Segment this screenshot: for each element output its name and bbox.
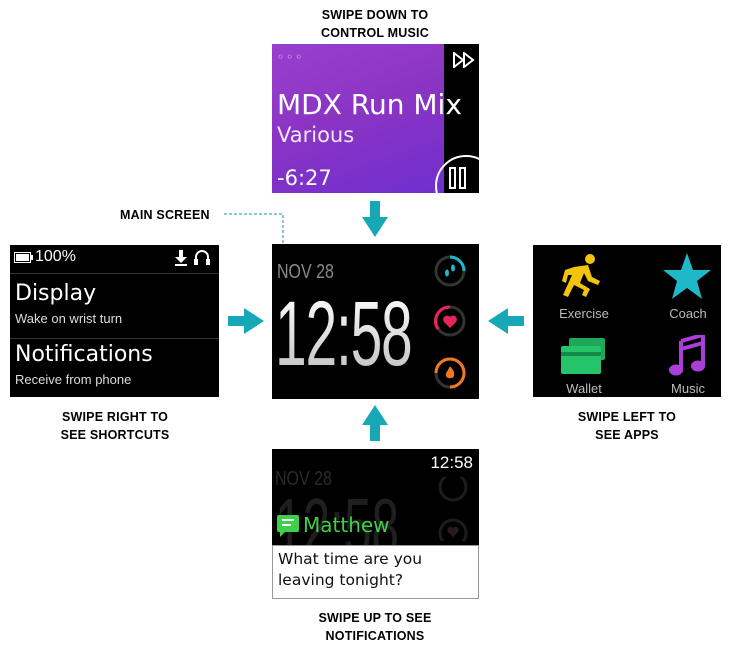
flame-icon[interactable] <box>433 356 467 390</box>
download-icon[interactable] <box>175 250 187 266</box>
fast-forward-icon[interactable] <box>452 52 476 68</box>
shortcut-divider <box>10 273 219 274</box>
main-clock-screen: NOV 28 12:58 <box>272 244 479 399</box>
pause-icon[interactable] <box>432 146 479 193</box>
track-title: MDX Run Mix <box>277 88 462 121</box>
notification-message: What time are you leaving tonight? <box>278 550 423 589</box>
battery-icon <box>14 252 33 263</box>
arrow-left-icon <box>488 308 524 334</box>
shortcut-subtitle: Wake on wrist turn <box>15 311 123 326</box>
apps-screen: Exercise Coach Wallet Music <box>533 245 721 397</box>
battery-level: 100% <box>35 248 76 265</box>
shortcut-title: Notifications <box>15 342 153 367</box>
shortcut-divider <box>10 338 219 339</box>
runner-icon <box>562 254 600 297</box>
clock-date: NOV 28 <box>277 261 334 283</box>
caption-swipe-left: SWIPE LEFT TO SEE APPS <box>577 410 677 442</box>
app-label: Wallet <box>566 381 602 396</box>
music-control-screen: ◦◦◦ MDX Run Mix Various -6:27 <box>272 44 479 193</box>
steps-icon[interactable] <box>433 254 467 288</box>
wallet-icon <box>561 338 605 374</box>
shortcut-title: Display <box>15 281 97 306</box>
arrow-down-icon <box>362 201 388 237</box>
arrow-right-icon <box>228 308 264 334</box>
headphones-icon[interactable] <box>193 248 211 266</box>
caption-main-screen: MAIN SCREEN <box>120 208 210 222</box>
clock-time: 12:58 <box>275 283 413 385</box>
notification-screen: NOV 28 12:58 12:58 Matthew What time are… <box>272 449 479 599</box>
app-label: Music <box>671 381 705 396</box>
message-icon <box>277 515 299 537</box>
notification-time: 12:58 <box>430 453 473 472</box>
ghost-stat-icons <box>438 477 468 541</box>
track-remaining-time: -6:27 <box>277 166 332 190</box>
app-label: Exercise <box>559 306 609 321</box>
track-artist: Various <box>277 123 355 147</box>
arrow-up-icon <box>362 405 388 441</box>
star-icon <box>663 253 711 299</box>
notification-card[interactable]: What time are you leaving tonight? <box>272 545 479 599</box>
shortcuts-screen: 100% Display Wake on wrist turn Notifica… <box>10 245 219 397</box>
caption-swipe-down: SWIPE DOWN TO CONTROL MUSIC <box>321 8 429 40</box>
app-label: Coach <box>669 306 707 321</box>
shortcut-subtitle: Receive from phone <box>15 372 132 387</box>
caption-swipe-right: SWIPE RIGHT TO SEE SHORTCUTS <box>60 410 170 442</box>
more-options-icon[interactable]: ◦◦◦ <box>277 50 304 64</box>
heart-icon[interactable] <box>433 304 467 338</box>
notification-sender: Matthew <box>303 513 390 537</box>
music-note-icon <box>669 335 705 376</box>
caption-swipe-up: SWIPE UP TO SEE NOTIFICATIONS <box>318 611 432 643</box>
